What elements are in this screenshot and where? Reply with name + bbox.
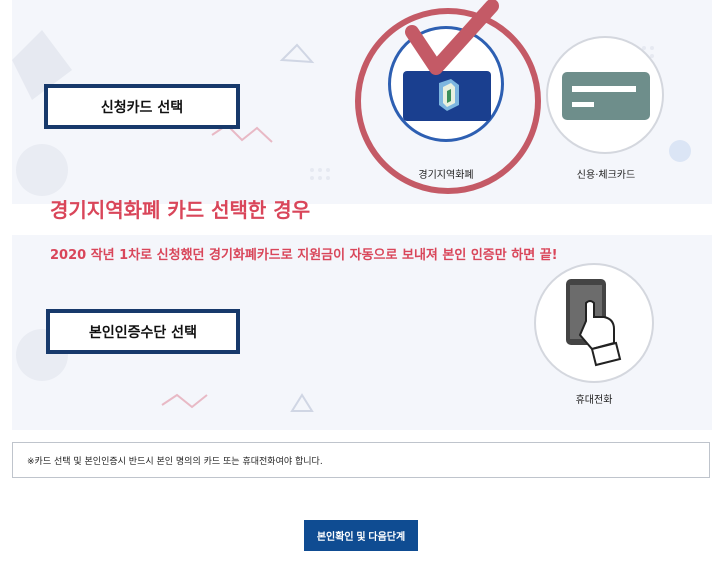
annotation-description: 2020 작년 1차로 신청했던 경기화폐카드로 지원금이 자동으로 보내져 본… [50,248,558,263]
selection-highlight-overlay [355,0,541,194]
notice-box: ※카드 선택 및 본인인증시 반드시 본인 명의의 카드 또는 휴대전화여야 합… [12,442,710,478]
mobile-phone-icon [566,279,622,367]
auth-option-mobile-circle[interactable] [534,263,654,383]
annotation-title: 경기지역화폐 카드 선택한 경우 [50,198,311,222]
card-option-credit-circle[interactable] [546,36,664,154]
auth-section-label-text: 본인인증수단 선택 [89,324,197,341]
card-section-label-text: 신청카드 선택 [100,99,184,116]
auth-section-label: 본인인증수단 선택 [46,309,240,354]
card-option-credit-label: 신용·체크카드 [576,170,636,181]
notice-text: ※카드 선택 및 본인인증시 반드시 본인 명의의 카드 또는 휴대전화여야 합… [27,456,323,467]
auth-select-panel: 본인인증수단 선택 휴대전화 [12,235,712,430]
credit-card-icon [562,72,650,120]
card-section-label: 신청카드 선택 [44,84,240,129]
auth-option-mobile-label: 휴대전화 [575,395,613,406]
verify-next-button[interactable]: 본인확인 및 다음단계 [304,520,418,551]
